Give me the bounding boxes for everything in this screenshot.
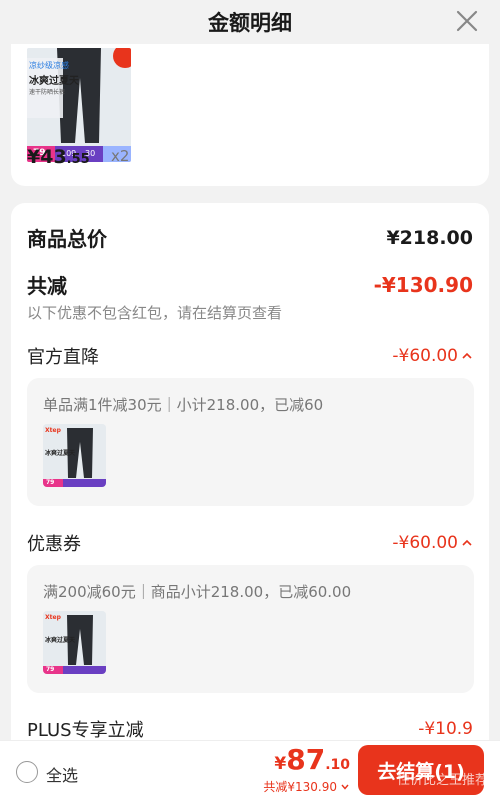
thumb-banner-line2: 冰爽过夏天 [29, 76, 79, 87]
mini-thumb-line1: 冰爽过夏天 [45, 450, 76, 457]
total-reduce-row: 共减 -¥130.90 [27, 270, 473, 299]
thumb-banner-line3: 速干防晒长裤 [29, 89, 66, 96]
header: 金额明细 [0, 0, 500, 44]
coupon-value-wrap[interactable]: -¥60.00 [392, 533, 473, 553]
total-reduce-value: -¥130.90 [373, 272, 473, 297]
plus-discount-label: PLUS专享立减 [27, 720, 144, 741]
page-title: 金额明细 [208, 11, 292, 35]
goods-total-label: 商品总价 [27, 227, 107, 251]
chevron-down-icon [341, 784, 349, 790]
checkout-label: 去结算(1) [377, 760, 465, 783]
total-reduce-label: 共减 [27, 274, 67, 298]
saved-amount[interactable]: 共减¥130.90 [263, 778, 350, 795]
product-quantity: x2 [111, 147, 130, 165]
official-discount-label: 官方直降 [27, 347, 99, 368]
official-discount-value: -¥60.00 [392, 346, 458, 366]
official-discount-row[interactable]: 官方直降 -¥60.00 [27, 343, 473, 369]
select-all-radio[interactable] [16, 761, 38, 783]
coupon-detail: 满200减60元｜商品小计218.00，已减60.00 Xtep 冰爽过夏天 7… [27, 565, 474, 693]
mini-thumb-price: 79 [46, 479, 55, 486]
coupon-thumb[interactable]: Xtep 冰爽过夏天 79 [43, 611, 106, 674]
official-discount-value-wrap[interactable]: -¥60.00 [392, 346, 473, 366]
amount-detail-card: 商品总价 ¥218.00 共减 -¥130.90 以下优惠不包含红包，请在结算页… [11, 203, 489, 763]
coupon-row[interactable]: 优惠券 -¥60.00 [27, 530, 473, 556]
product-thumbnail[interactable]: 凉纱级凉感 冰爽过夏天 速干防晒长裤 79 109 30 [27, 48, 131, 162]
coupon-value: -¥60.00 [392, 533, 458, 553]
mini-thumb-line1: 冰爽过夏天 [45, 637, 76, 644]
chevron-up-icon [462, 352, 472, 359]
product-price-dec: .55 [66, 152, 90, 167]
coupon-label: 优惠券 [27, 534, 81, 555]
mini-thumb-price: 79 [46, 666, 55, 673]
discount-note: 以下优惠不包含红包，请在结算页查看 [27, 304, 283, 322]
official-discount-detail-text: 单品满1件减30元｜小计218.00，已减60 [43, 396, 324, 414]
total-price-dec: .10 [325, 757, 350, 773]
checkout-button[interactable]: 去结算(1) [358, 745, 484, 795]
chevron-up-icon [462, 539, 472, 546]
select-all-label[interactable]: 全选 [46, 762, 78, 786]
official-discount-detail: 单品满1件减30元｜小计218.00，已减60 Xtep 冰爽过夏天 79 [27, 378, 474, 506]
mini-thumb-brand: Xtep [45, 427, 61, 434]
saved-amount-text: 共减¥130.90 [263, 780, 337, 794]
plus-discount-value: -¥10.9 [418, 719, 473, 739]
plus-discount-row: PLUS专享立减 -¥10.9 [27, 716, 473, 742]
goods-total-value: ¥218.00 [386, 226, 473, 249]
mini-thumb-brand: Xtep [45, 614, 61, 621]
product-price: ¥43 .55 [27, 146, 90, 168]
product-card: 凉纱级凉感 冰爽过夏天 速干防晒长裤 79 109 30 ¥43 .55 x2 [11, 28, 489, 186]
thumb-banner-line1: 凉纱级凉感 [29, 61, 69, 70]
coupon-detail-text: 满200减60元｜商品小计218.00，已减60.00 [43, 583, 352, 601]
official-discount-thumb[interactable]: Xtep 冰爽过夏天 79 [43, 424, 106, 487]
bottom-bar: 全选 ¥ 87 .10 共减¥130.90 去结算(1) 性价比之王推荐 [0, 740, 500, 797]
total-price: ¥ 87 .10 [274, 743, 350, 776]
goods-total-row: 商品总价 ¥218.00 [27, 223, 473, 252]
total-price-int: 87 [286, 743, 326, 776]
close-icon[interactable] [454, 8, 480, 34]
total-price-symbol: ¥ [274, 754, 287, 774]
product-price-int: ¥43 [27, 146, 67, 168]
